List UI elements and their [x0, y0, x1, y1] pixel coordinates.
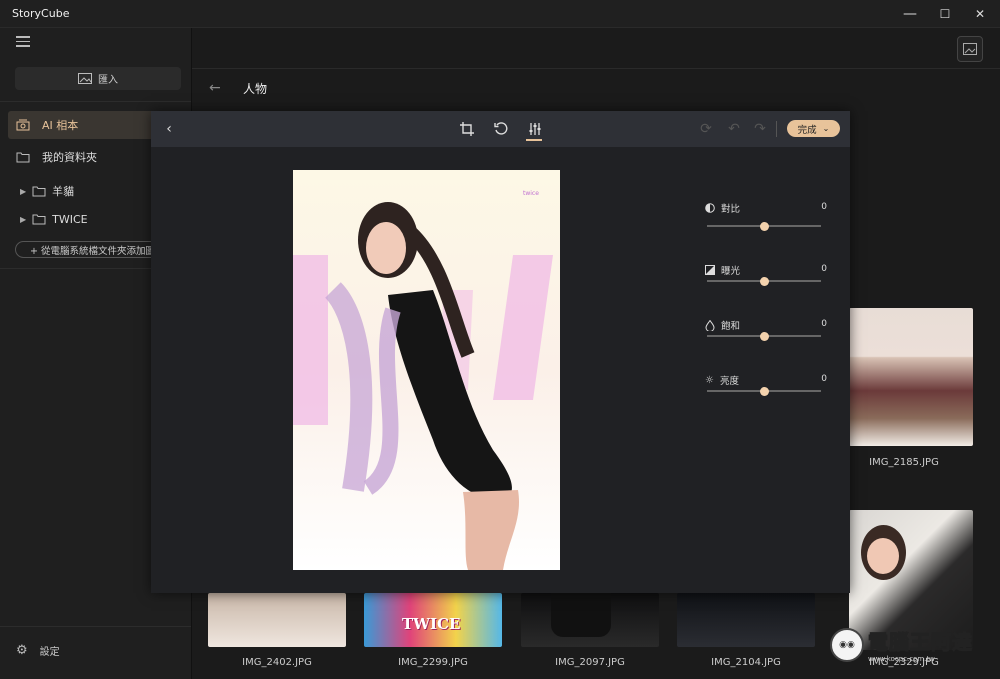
photo-thumbnail[interactable]: [521, 593, 659, 647]
close-button[interactable]: ✕: [963, 0, 997, 27]
chevron-right-icon[interactable]: ▶: [20, 215, 26, 224]
adjust-row-saturation: 飽和: [705, 318, 740, 332]
ai-album-icon: [16, 119, 30, 131]
chevron-down-icon: ⌄: [822, 124, 830, 133]
brightness-slider[interactable]: [707, 386, 821, 396]
folder-icon: [16, 152, 30, 163]
adjust-label: 對比: [721, 204, 741, 215]
watermark-logo: ◉◉ 電腦王阿達 www.kocpc.com.tw: [830, 626, 973, 663]
adjust-row-brightness: ☼ 亮度: [705, 373, 739, 388]
slider-knob[interactable]: [759, 221, 769, 231]
main-header: [192, 28, 1000, 69]
watermark-text: 電腦王阿達: [868, 630, 973, 655]
adjust-label: 亮度: [719, 376, 739, 387]
undo-icon[interactable]: ↶: [726, 121, 742, 137]
image-frame-icon: [963, 43, 977, 55]
adjust-label: 曝光: [721, 266, 741, 277]
active-tool-underline: [526, 139, 542, 141]
slider-knob[interactable]: [759, 386, 769, 396]
mascot-icon: ◉◉: [830, 627, 864, 662]
adjust-label: 飽和: [721, 321, 741, 332]
thumbnail-filename: IMG_2402.JPG: [242, 657, 312, 668]
page-title: 人物: [243, 82, 268, 96]
sidebar-divider: [0, 626, 191, 627]
adjust-icon[interactable]: [527, 121, 543, 137]
contrast-slider[interactable]: [707, 221, 821, 231]
photo-tag-text: twice: [523, 190, 539, 197]
twice-poster-text: TWICE: [402, 615, 461, 633]
adjust-value: 0: [821, 319, 827, 329]
import-label: 匯入: [98, 75, 118, 86]
tree-item-folder-twice[interactable]: ▶ TWICE: [20, 209, 88, 229]
crop-icon[interactable]: [459, 121, 475, 137]
chevron-right-icon[interactable]: ▶: [20, 187, 26, 196]
sidebar-divider: [0, 101, 191, 102]
folder-icon: [32, 186, 46, 197]
import-button[interactable]: 匯入: [15, 67, 181, 90]
saturation-slider[interactable]: [707, 331, 821, 341]
toolbar-divider: [776, 121, 777, 137]
thumbnail-filename: IMG_2097.JPG: [555, 657, 625, 668]
thumbnail-filename: IMG_2104.JPG: [711, 657, 781, 668]
reset-icon[interactable]: ⟳: [698, 121, 714, 137]
folder-icon: [32, 214, 46, 225]
tree-item-label: TWICE: [52, 212, 88, 226]
edited-photo: twice: [293, 170, 560, 570]
slider-knob[interactable]: [759, 331, 769, 341]
brightness-icon: ☼: [705, 374, 714, 386]
photo-thumbnail[interactable]: [677, 593, 815, 647]
title-bar: [0, 0, 1000, 28]
adjust-value: 0: [821, 202, 827, 212]
saturation-icon: [705, 319, 715, 331]
sidebar-item-label: 我的資料夾: [42, 151, 97, 164]
tree-item-folder-1[interactable]: ▶ 羊貓: [20, 181, 74, 201]
contrast-icon: [705, 203, 715, 213]
maximize-button[interactable]: ☐: [928, 0, 962, 27]
back-chevron-icon[interactable]: ‹: [161, 121, 177, 137]
thumbnail-filename: IMG_2185.JPG: [869, 457, 939, 468]
done-label: 完成: [797, 124, 817, 136]
redo-icon[interactable]: ↷: [752, 121, 768, 137]
image-import-icon: [78, 73, 92, 84]
photo-thumbnail[interactable]: [849, 308, 973, 446]
slider-knob[interactable]: [759, 276, 769, 286]
tree-item-label: 羊貓: [52, 185, 75, 198]
done-button[interactable]: 完成 ⌄: [787, 120, 840, 137]
minimize-button[interactable]: —: [893, 0, 927, 27]
back-arrow-icon[interactable]: ←: [209, 80, 221, 96]
adjust-value: 0: [821, 374, 827, 384]
exposure-icon: [705, 265, 715, 275]
sidebar-item-label: AI 相本: [42, 119, 79, 132]
photo-thumbnail[interactable]: TWICE: [364, 593, 502, 647]
exposure-slider[interactable]: [707, 276, 821, 286]
rotate-icon[interactable]: [493, 121, 509, 137]
settings-button[interactable]: ⚙ 設定: [16, 643, 60, 658]
slideshow-button[interactable]: [957, 36, 983, 62]
gear-icon: ⚙: [16, 643, 28, 658]
adjust-value: 0: [821, 264, 827, 274]
watermark-url: www.kocpc.com.tw: [868, 655, 935, 663]
settings-label: 設定: [39, 647, 60, 658]
app-title: StoryCube: [12, 7, 70, 20]
hamburger-menu-icon[interactable]: [16, 36, 30, 48]
thumbnail-filename: IMG_2299.JPG: [398, 657, 468, 668]
photo-thumbnail[interactable]: [208, 593, 346, 647]
adjust-row-exposure: 曝光: [705, 263, 740, 277]
adjust-row-contrast: 對比: [705, 201, 740, 215]
